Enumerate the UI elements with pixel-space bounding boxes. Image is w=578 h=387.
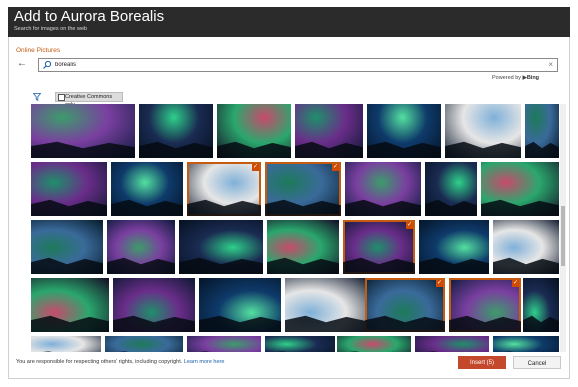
image-result-thumbnail[interactable] — [187, 336, 261, 352]
image-result-thumbnail[interactable] — [445, 104, 521, 158]
image-result-thumbnail[interactable] — [31, 162, 107, 216]
landscape-silhouette — [525, 141, 559, 158]
dialog-title-bar: Add to Aurora Borealis Search for images… — [8, 7, 570, 37]
landscape-silhouette — [265, 199, 341, 216]
image-result-thumbnail[interactable] — [415, 336, 489, 352]
powered-by-bing: Powered by ▶Bing — [492, 75, 539, 81]
landscape-silhouette — [449, 315, 521, 332]
back-arrow-icon[interactable]: ← — [17, 58, 29, 70]
copyright-notice: You are responsible for respecting other… — [16, 359, 224, 365]
landscape-silhouette — [349, 351, 395, 352]
cancel-button[interactable]: Cancel — [513, 356, 561, 369]
image-result-thumbnail[interactable] — [107, 220, 175, 274]
image-result-thumbnail[interactable] — [425, 162, 477, 216]
landscape-silhouette — [113, 315, 195, 332]
image-result-thumbnail[interactable] — [31, 278, 109, 332]
landscape-silhouette — [31, 199, 107, 216]
learn-more-link[interactable]: Learn more here — [184, 359, 225, 365]
landscape-silhouette — [117, 351, 166, 352]
image-result-thumbnail[interactable] — [31, 104, 135, 158]
image-result-thumbnail[interactable] — [493, 220, 559, 274]
image-result-thumbnail[interactable] — [113, 278, 195, 332]
image-results-grid: ✓ ✓ ✓ ✓ ✓ — [31, 104, 559, 352]
image-result-thumbnail[interactable] — [525, 104, 559, 158]
selected-check-icon[interactable]: ✓ — [406, 222, 413, 229]
image-result-thumbnail[interactable] — [367, 104, 441, 158]
checkbox-icon — [58, 94, 65, 101]
image-result-thumbnail[interactable] — [523, 278, 559, 332]
image-result-thumbnail[interactable] — [179, 220, 263, 274]
landscape-silhouette — [523, 315, 559, 332]
landscape-silhouette — [365, 315, 445, 332]
powered-by-text: Powered by — [492, 75, 522, 81]
image-result-thumbnail[interactable] — [31, 336, 101, 352]
landscape-silhouette — [199, 351, 245, 352]
section-title: Online Pictures — [16, 47, 61, 54]
landscape-silhouette — [427, 351, 473, 352]
landscape-silhouette — [493, 257, 559, 274]
dialog-title: Add to Aurora Borealis — [14, 8, 165, 25]
landscape-silhouette — [179, 257, 263, 274]
image-result-thumbnail[interactable] — [111, 162, 183, 216]
results-scrollbar[interactable] — [560, 104, 566, 352]
search-icon — [43, 60, 52, 69]
landscape-silhouette — [31, 257, 103, 274]
image-result-thumbnail[interactable] — [419, 220, 489, 274]
landscape-silhouette — [217, 141, 291, 158]
image-result-thumbnail[interactable] — [285, 278, 367, 332]
landscape-silhouette — [42, 351, 86, 352]
image-result-thumbnail[interactable] — [31, 220, 103, 274]
landscape-silhouette — [367, 141, 441, 158]
scrollbar-thumb[interactable] — [561, 206, 565, 266]
landscape-silhouette — [295, 141, 363, 158]
selected-check-icon[interactable]: ✓ — [436, 280, 443, 287]
selected-check-icon[interactable]: ✓ — [252, 164, 259, 171]
landscape-silhouette — [31, 315, 109, 332]
landscape-silhouette — [503, 351, 544, 352]
image-result-thumbnail[interactable] — [493, 336, 559, 352]
image-result-thumbnail[interactable]: ✓ — [265, 162, 341, 216]
insert-pictures-dialog: Add to Aurora Borealis Search for images… — [0, 0, 578, 387]
landscape-silhouette — [199, 315, 281, 332]
dialog-subtitle: Search for images on the web — [14, 26, 88, 32]
image-result-thumbnail[interactable] — [265, 336, 335, 352]
image-result-thumbnail[interactable] — [345, 162, 421, 216]
bing-logo-text: Bing — [526, 75, 540, 81]
image-result-thumbnail[interactable]: ✓ — [187, 162, 261, 216]
filter-icon[interactable] — [33, 93, 41, 101]
image-result-thumbnail[interactable]: ✓ — [449, 278, 521, 332]
image-result-thumbnail[interactable] — [295, 104, 363, 158]
landscape-silhouette — [267, 257, 339, 274]
search-input[interactable] — [55, 60, 535, 70]
landscape-silhouette — [345, 199, 421, 216]
landscape-silhouette — [343, 257, 415, 274]
landscape-silhouette — [445, 141, 521, 158]
clear-search-icon[interactable]: × — [548, 59, 553, 71]
landscape-silhouette — [285, 315, 367, 332]
selected-check-icon[interactable]: ✓ — [512, 280, 519, 287]
landscape-silhouette — [481, 199, 559, 216]
insert-button[interactable]: Insert (5) — [458, 356, 506, 369]
image-result-thumbnail[interactable] — [481, 162, 559, 216]
selected-check-icon[interactable]: ✓ — [332, 164, 339, 171]
image-result-thumbnail[interactable] — [337, 336, 411, 352]
landscape-silhouette — [139, 141, 213, 158]
creative-commons-filter[interactable]: Creative Commons only — [55, 92, 123, 108]
landscape-silhouette — [107, 257, 175, 274]
image-result-thumbnail[interactable] — [217, 104, 291, 158]
image-result-thumbnail[interactable] — [105, 336, 183, 352]
landscape-silhouette — [425, 199, 477, 216]
landscape-silhouette — [276, 351, 320, 352]
landscape-silhouette — [31, 141, 135, 158]
landscape-silhouette — [111, 199, 183, 216]
landscape-silhouette — [419, 257, 489, 274]
search-box[interactable]: × — [38, 58, 558, 72]
image-result-thumbnail[interactable]: ✓ — [343, 220, 415, 274]
image-result-thumbnail[interactable] — [267, 220, 339, 274]
landscape-silhouette — [187, 199, 261, 216]
copyright-text: You are responsible for respecting other… — [16, 359, 183, 365]
image-result-thumbnail[interactable]: ✓ — [365, 278, 445, 332]
image-result-thumbnail[interactable] — [139, 104, 213, 158]
image-result-thumbnail[interactable] — [199, 278, 281, 332]
